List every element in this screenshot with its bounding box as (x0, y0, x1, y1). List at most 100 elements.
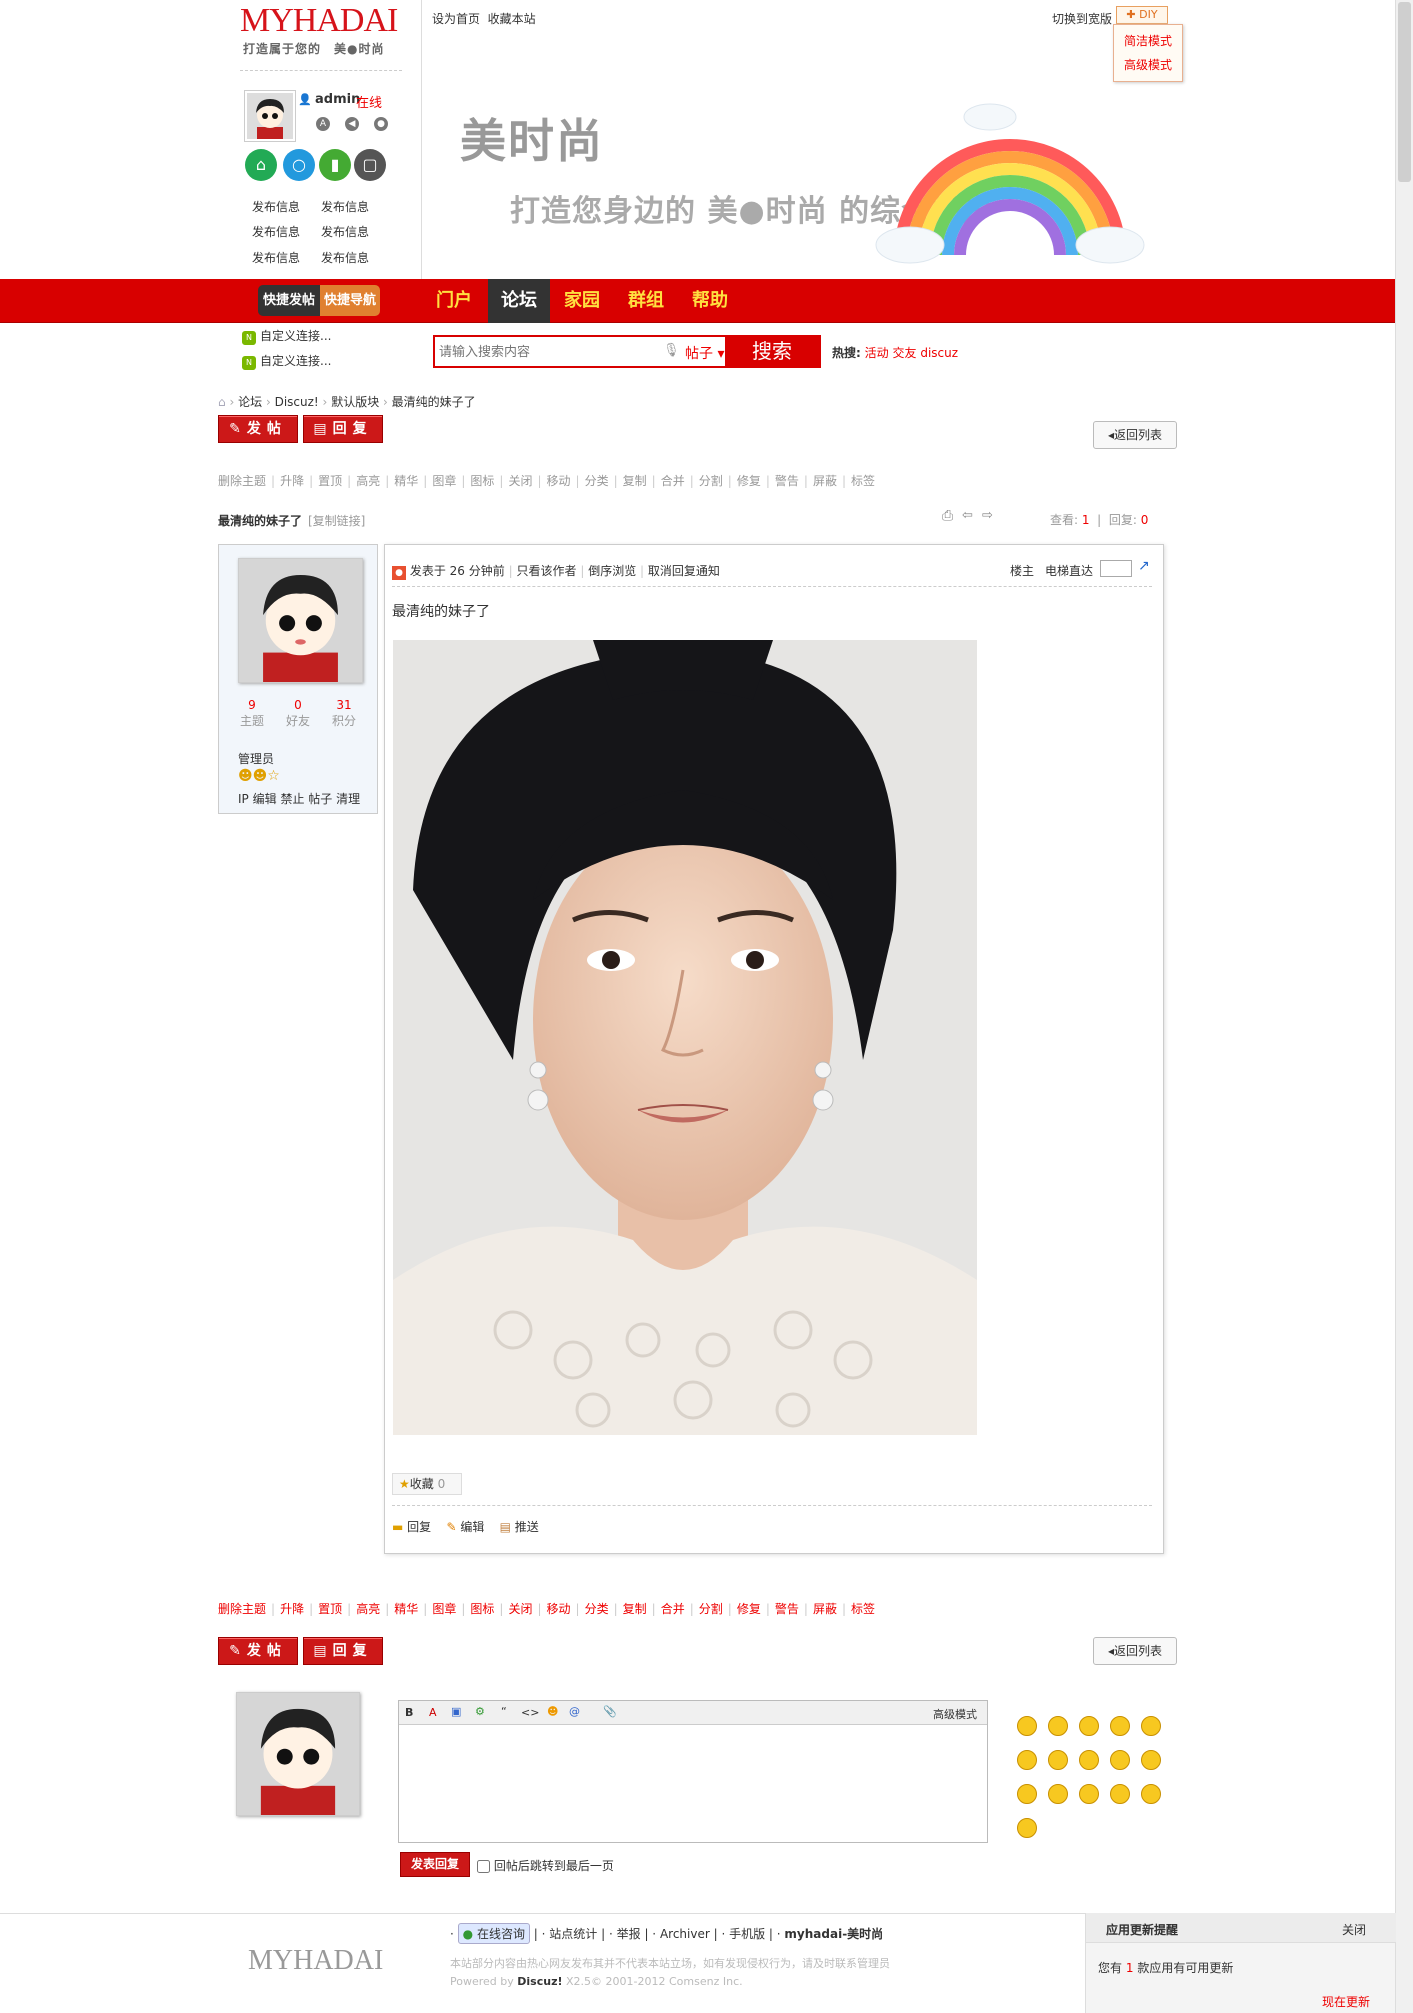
simple-mode-option[interactable]: 简洁模式 (1114, 32, 1182, 49)
elevator-input[interactable] (1100, 560, 1132, 577)
publish-link[interactable]: 发布信息 (252, 223, 300, 240)
mod-tool-link[interactable]: 精华 (394, 1602, 418, 1616)
smiley-icon[interactable] (1079, 1784, 1099, 1804)
publish-link[interactable]: 发布信息 (321, 198, 369, 215)
mod-tool-link[interactable]: 关闭 (508, 1602, 532, 1616)
author-group[interactable]: 管理员 (238, 750, 274, 767)
settings-icon[interactable]: ● (374, 117, 388, 131)
mod-tool-link[interactable]: 升降 (280, 474, 304, 488)
post-image[interactable] (393, 640, 977, 1435)
mod-tool-link[interactable]: 图章 (432, 1602, 456, 1616)
font-color-button[interactable]: A (429, 1706, 437, 1719)
mod-tool-link[interactable]: 复制 (623, 1602, 647, 1616)
mod-tool-link[interactable]: 修复 (737, 474, 761, 488)
nav-home[interactable]: 家园 (552, 279, 612, 323)
mod-tool-link[interactable]: 复制 (623, 474, 647, 488)
set-homepage-link[interactable]: 设为首页 (432, 12, 480, 26)
window-icon[interactable]: ▢ (354, 149, 386, 181)
mod-tool-link[interactable]: 精华 (394, 474, 418, 488)
user-avatar[interactable] (244, 90, 296, 142)
online-consult-button[interactable]: ● 在线咨询 (457, 1923, 530, 1944)
mod-tool-link[interactable]: 高亮 (356, 474, 380, 488)
quote-button[interactable]: “ (501, 1705, 507, 1718)
author-avatar[interactable] (238, 558, 363, 683)
favorite-button[interactable]: ★收藏 0 (392, 1473, 462, 1495)
new-post-button[interactable]: ✎发帖 (218, 415, 298, 443)
edit-link[interactable]: 编辑 (253, 792, 277, 806)
mod-tool-link[interactable]: 移动 (547, 474, 571, 488)
posts-link[interactable]: 帖子 (308, 792, 332, 806)
publish-link[interactable]: 发布信息 (252, 249, 300, 266)
diy-button[interactable]: ✚ DIY (1116, 6, 1168, 24)
elevator-go-icon[interactable]: ↗ (1138, 558, 1150, 574)
search-scope-select[interactable]: 帖子 ▾ (685, 343, 724, 363)
post-reply-link[interactable]: 回复 (407, 1520, 431, 1534)
post-push-link[interactable]: 推送 (515, 1520, 539, 1534)
code-button[interactable]: <> (521, 1706, 539, 1719)
search-button[interactable]: 搜索 (725, 337, 819, 366)
reply-button[interactable]: ▤回复 (303, 415, 383, 443)
notice-icon[interactable]: ◀ (345, 117, 359, 131)
copy-link[interactable]: [复制链接] (308, 512, 365, 529)
mod-tool-link[interactable]: 移动 (547, 1602, 571, 1616)
reverse-order-link[interactable]: 倒序浏览 (588, 564, 636, 578)
advanced-mode-link[interactable]: 高级模式 (933, 1706, 977, 1722)
footer-link[interactable]: Archiver (660, 1927, 710, 1941)
hot-term[interactable]: 活动 (865, 346, 889, 360)
chat-icon[interactable]: ○ (283, 149, 315, 181)
quick-nav-button[interactable]: 快捷导航 (320, 285, 380, 316)
back-to-list-button[interactable]: ◂返回列表 (1093, 1637, 1177, 1665)
print-icon[interactable]: ⎙ (942, 508, 953, 524)
author-stat-friends[interactable]: 0 好友 (275, 698, 321, 729)
home-icon[interactable]: ⌂ (218, 395, 226, 409)
mod-tool-link[interactable]: 屏蔽 (813, 1602, 837, 1616)
mod-tool-link[interactable]: 分割 (699, 1602, 723, 1616)
mod-tool-link[interactable]: 分割 (699, 474, 723, 488)
breadcrumb-item[interactable]: 默认版块 (331, 395, 379, 409)
new-post-button[interactable]: ✎发帖 (218, 1637, 298, 1665)
quick-post-button[interactable]: 快捷发帖 (258, 285, 320, 316)
mod-tool-link[interactable]: 删除主题 (218, 1602, 266, 1616)
next-thread-icon[interactable]: ⇨ (982, 508, 993, 523)
mod-tool-link[interactable]: 屏蔽 (813, 474, 837, 488)
only-author-link[interactable]: 只看该作者 (516, 564, 576, 578)
mod-tool-link[interactable]: 分类 (585, 474, 609, 488)
author-stat-threads[interactable]: 9 主题 (229, 698, 275, 729)
profile-icon[interactable]: A (316, 117, 330, 131)
cancel-notify-link[interactable]: 取消回复通知 (648, 564, 720, 578)
mod-tool-link[interactable]: 删除主题 (218, 474, 266, 488)
microphone-icon[interactable]: 🎙 (663, 343, 680, 358)
mod-tool-link[interactable]: 修复 (737, 1602, 761, 1616)
smiley-icon[interactable] (1110, 1784, 1130, 1804)
search-input[interactable] (439, 341, 659, 363)
bold-button[interactable]: B (405, 1706, 413, 1719)
home-icon[interactable]: ⌂ (245, 149, 277, 181)
chart-icon[interactable]: ▮ (319, 149, 351, 181)
image-button[interactable]: ▣ (451, 1705, 461, 1718)
jump-to-last-checkbox[interactable] (477, 1860, 490, 1873)
update-now-link[interactable]: 现在更新 (1322, 1993, 1370, 2010)
smiley-icon[interactable] (1141, 1750, 1161, 1770)
mod-tool-link[interactable]: 合并 (661, 1602, 685, 1616)
smiley-icon[interactable] (1141, 1784, 1161, 1804)
publish-link[interactable]: 发布信息 (321, 249, 369, 266)
ip-link[interactable]: IP (238, 792, 249, 806)
mention-button[interactable]: @ (569, 1705, 580, 1718)
smiley-icon[interactable] (1048, 1750, 1068, 1770)
publish-link[interactable]: 发布信息 (321, 223, 369, 240)
reply-button[interactable]: ▤回复 (303, 1637, 383, 1665)
smiley-icon[interactable] (1017, 1716, 1037, 1736)
vertical-scrollbar[interactable] (1395, 0, 1413, 2013)
smiley-icon[interactable] (1048, 1716, 1068, 1736)
footer-link[interactable]: 举报 (617, 1927, 641, 1941)
smiley-icon[interactable] (1141, 1716, 1161, 1736)
footer-link[interactable]: myhadai-美时尚 (784, 1927, 883, 1941)
advanced-mode-option[interactable]: 高级模式 (1114, 56, 1182, 73)
nav-portal[interactable]: 门户 (424, 279, 484, 323)
publish-link[interactable]: 发布信息 (252, 198, 300, 215)
discuz-link[interactable]: Discuz! (517, 1975, 562, 1988)
attachment-button[interactable]: 📎 (603, 1705, 617, 1718)
prev-thread-icon[interactable]: ⇦ (962, 508, 973, 523)
username[interactable]: admin (315, 92, 360, 107)
mod-tool-link[interactable]: 标签 (851, 474, 875, 488)
